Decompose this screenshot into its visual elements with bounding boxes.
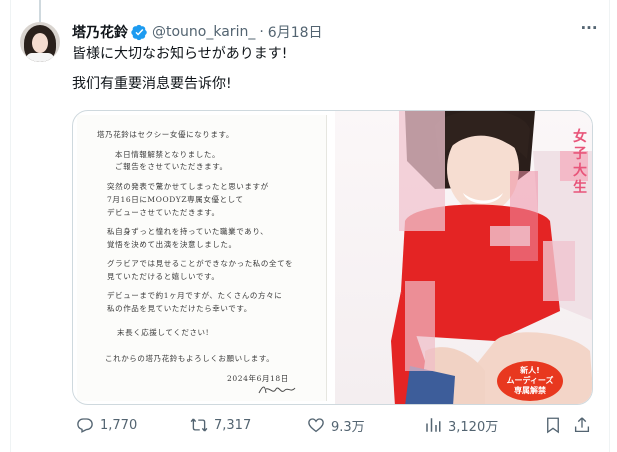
bar-chart-icon bbox=[426, 418, 441, 432]
tweet-text-japanese: 皆様に大切なお知らせがあります! bbox=[72, 46, 288, 62]
speech-bubble-icon bbox=[77, 418, 93, 433]
avatar[interactable] bbox=[20, 22, 60, 62]
badge-line: 専属解禁 bbox=[514, 386, 546, 395]
repost-button[interactable]: 7,317 bbox=[190, 415, 251, 435]
letter-line: デビューさせていただきます。 bbox=[107, 208, 220, 217]
verified-badge-icon[interactable] bbox=[131, 24, 148, 41]
repost-count: 7,317 bbox=[214, 417, 252, 433]
view-count: 3,120万 bbox=[448, 419, 499, 435]
post-date[interactable]: 6月18日 bbox=[268, 22, 323, 42]
signature-image bbox=[258, 386, 296, 394]
reply-button[interactable]: 1,770 bbox=[76, 415, 137, 435]
thread-connector-line bbox=[39, 0, 41, 22]
heart-icon bbox=[308, 418, 324, 433]
letter-line: デビューまで約1ヶ月ですが、たくさんの方々に bbox=[107, 291, 283, 300]
magazine-cover-photo[interactable]: 女子大生 bbox=[335, 111, 592, 404]
views-button[interactable]: 3,120万 bbox=[424, 415, 498, 435]
like-button[interactable]: 9.3万 bbox=[307, 415, 365, 435]
avatar-shirt bbox=[26, 53, 54, 62]
share-icon[interactable] bbox=[573, 416, 591, 434]
separator-dot: · bbox=[259, 24, 264, 40]
letter-line: 私自身ずっと憧れを持っていた職業であり、 bbox=[107, 227, 269, 236]
more-dots-icon[interactable]: ··· bbox=[579, 21, 599, 42]
cover-vertical-title: 女子大生 bbox=[573, 129, 587, 196]
like-count: 9.3万 bbox=[331, 419, 365, 435]
bookmark-icon[interactable] bbox=[544, 416, 562, 434]
letter-line: 7月16日にMOODYZ専属女優として bbox=[107, 195, 244, 204]
tweet-header: 塔乃花鈴 @touno_karin_ · 6月18日 bbox=[72, 22, 323, 42]
letter-line: これからの塔乃花鈴もよろしくお願いします。 bbox=[105, 354, 275, 363]
reply-count: 1,770 bbox=[100, 417, 138, 433]
new-release-badge: 新人! ムーディーズ 専属解禁 bbox=[497, 361, 563, 401]
letter-line: ご報告をさせていただきます。 bbox=[115, 162, 228, 171]
letter-line: グラビアでは見せることができなかった私の全てを bbox=[107, 259, 294, 268]
badge-line: 新人! bbox=[520, 366, 540, 375]
tweet-text-chinese: 我们有重要消息要告诉你! bbox=[72, 76, 232, 92]
tweet-media[interactable]: 塔乃花鈴はセクシー女優になります。 本日情報解禁となりました。 ご報告をさせてい… bbox=[72, 110, 593, 405]
repost-arrows-icon bbox=[190, 418, 208, 432]
badge-line: ムーディーズ bbox=[506, 376, 554, 385]
letter-line: 末長く応援してください! bbox=[117, 328, 210, 337]
avatar-face bbox=[32, 33, 48, 53]
letter-line: 見ていただけると嬉しいです。 bbox=[107, 272, 220, 281]
photo-illustration bbox=[391, 111, 592, 404]
user-handle[interactable]: @touno_karin_ bbox=[152, 24, 255, 40]
letter-line: 塔乃花鈴はセクシー女優になります。 bbox=[97, 130, 234, 139]
letter-line: 覚悟を決めて出演を決意しました。 bbox=[107, 240, 237, 249]
letter-line: 本日情報解禁となりました。 bbox=[115, 150, 221, 159]
display-name[interactable]: 塔乃花鈴 bbox=[72, 22, 128, 42]
handwritten-letter-image[interactable]: 塔乃花鈴はセクシー女優になります。 本日情報解禁となりました。 ご報告をさせてい… bbox=[77, 115, 327, 401]
letter-line: 突然の発表で驚かせてしまったと思いますが bbox=[107, 182, 269, 191]
letter-line: 私の作品を見ていただけたら幸いです。 bbox=[107, 304, 252, 313]
